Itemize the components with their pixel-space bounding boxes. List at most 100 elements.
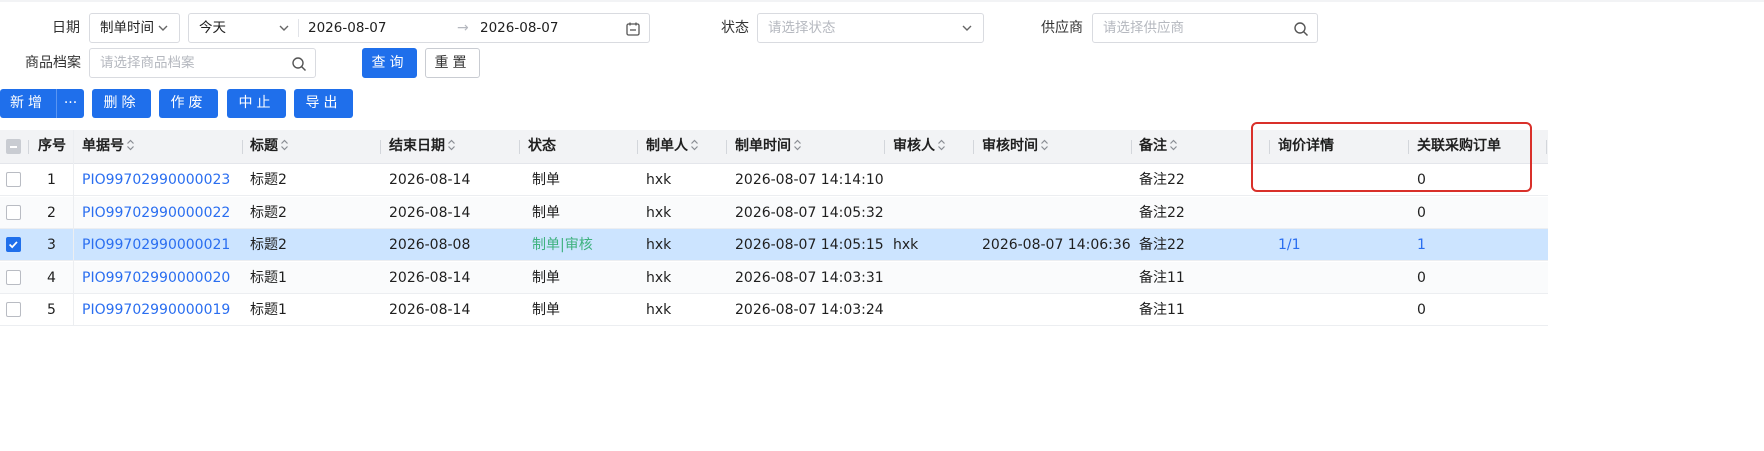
header-index: 序号: [38, 138, 66, 154]
header-reviewed-at[interactable]: 审核时间: [982, 130, 1049, 163]
cell-doc-no-link[interactable]: PIO99702990000021: [82, 229, 230, 261]
status-label: 状态: [721, 20, 749, 36]
date-preset-value[interactable]: 今天: [199, 14, 226, 42]
calendar-icon[interactable]: [625, 21, 641, 37]
supplier-select[interactable]: 请选择供应商: [1092, 13, 1318, 43]
status-placeholder: 请选择状态: [768, 20, 836, 36]
cell-index: 5: [47, 302, 56, 319]
sort-icon[interactable]: [280, 138, 289, 152]
stop-button[interactable]: 中止: [227, 89, 286, 118]
header-reviewed-at-label: 审核时间: [982, 138, 1038, 154]
table-row[interactable]: 5 PIO99702990000019 标题1 2026-08-14 制单 hxk 2026…: [0, 294, 1548, 327]
sort-icon[interactable]: [447, 138, 456, 152]
column-divider: [242, 140, 243, 154]
cell-status: 制单: [532, 302, 560, 319]
more-actions-button[interactable]: ···: [56, 89, 84, 118]
cell-reviewed-at: 2026-08-07 14:06:36: [982, 237, 1131, 254]
cell-title: 标题2: [250, 204, 287, 221]
cell-index: 1: [47, 172, 56, 188]
table-row[interactable]: 2 PIO99702990000022 标题2 2026-08-14 制单 hxk 2026…: [0, 196, 1548, 229]
top-divider: [0, 0, 1764, 2]
date-range-picker[interactable]: 今天 2026-08-07 → 2026-08-07: [188, 13, 650, 43]
cell-created-at: 2026-08-07 14:03:24: [735, 302, 884, 319]
column-divider: [28, 140, 29, 154]
product-label: 商品档案: [25, 55, 81, 71]
cell-related-po: 0: [1417, 302, 1426, 319]
cell-created-at: 2026-08-07 14:05:15: [735, 237, 884, 254]
header-title[interactable]: 标题: [250, 130, 289, 163]
sort-icon[interactable]: [937, 138, 946, 152]
cell-remark: 备注22: [1139, 237, 1185, 254]
export-button[interactable]: 导出: [294, 89, 353, 118]
row-checkbox[interactable]: [6, 204, 21, 220]
cell-doc-no-link[interactable]: PIO99702990000020: [82, 262, 230, 294]
range-arrow-icon: →: [457, 20, 469, 36]
row-checkbox[interactable]: [6, 302, 21, 318]
header-reviewer-label: 审核人: [893, 138, 935, 154]
cell-creator: hxk: [646, 269, 672, 286]
reset-button[interactable]: 重置: [425, 48, 480, 78]
add-button[interactable]: 新增: [0, 89, 56, 118]
delete-button[interactable]: 删除: [92, 89, 151, 118]
cell-doc-no-link[interactable]: PIO99702990000019: [82, 294, 230, 326]
cell-status: 制单|审核: [532, 237, 593, 254]
cell-remark: 备注22: [1139, 172, 1185, 188]
cell-creator: hxk: [646, 204, 672, 221]
date-type-value: 制单时间: [100, 20, 154, 36]
product-select[interactable]: 请选择商品档案: [89, 48, 316, 78]
cell-doc-no-link[interactable]: PIO99702990000022: [82, 197, 230, 229]
cell-end-date: 2026-08-14: [389, 269, 471, 286]
table-row[interactable]: 4 PIO99702990000020 标题1 2026-08-14 制单 hxk 2026…: [0, 261, 1548, 294]
cell-title: 标题2: [250, 237, 287, 254]
column-divider: [637, 140, 638, 154]
sort-icon[interactable]: [1169, 138, 1178, 152]
header-doc-no[interactable]: 单据号: [82, 130, 135, 163]
header-remark[interactable]: 备注: [1139, 130, 1178, 163]
highlight-annotation-box: [1251, 122, 1532, 192]
cell-remark: 备注11: [1139, 269, 1185, 286]
cell-end-date: 2026-08-14: [389, 302, 471, 319]
search-icon[interactable]: [1293, 21, 1309, 37]
cell-doc-no-link[interactable]: PIO99702990000023: [82, 164, 230, 196]
cell-related-po: 0: [1417, 204, 1426, 221]
cell-end-date: 2026-08-14: [389, 172, 471, 188]
cell-inquiry-detail-link[interactable]: 1/1: [1278, 229, 1301, 261]
header-end-date[interactable]: 结束日期: [389, 130, 456, 163]
cell-title: 标题1: [250, 302, 287, 319]
table-row[interactable]: 3 PIO99702990000021 标题2 2026-08-08 制单|审核 hxk 2…: [0, 229, 1548, 262]
cell-related-po[interactable]: 1: [1417, 229, 1426, 261]
cell-created-at: 2026-08-07 14:05:32: [735, 204, 884, 221]
column-divider: [726, 140, 727, 154]
header-end-date-label: 结束日期: [389, 138, 445, 154]
end-date-input[interactable]: 2026-08-07: [480, 14, 558, 42]
sort-icon[interactable]: [126, 138, 135, 152]
date-type-select[interactable]: 制单时间: [89, 13, 180, 43]
supplier-label: 供应商: [1041, 20, 1083, 36]
header-creator[interactable]: 制单人: [646, 130, 699, 163]
search-icon[interactable]: [291, 56, 307, 72]
start-date-input[interactable]: 2026-08-07: [308, 14, 386, 42]
header-reviewer[interactable]: 审核人: [893, 130, 946, 163]
cell-status: 制单: [532, 204, 560, 221]
row-checkbox[interactable]: [6, 237, 21, 253]
cell-created-at: 2026-08-07 14:03:31: [735, 269, 884, 286]
query-button[interactable]: 查询: [362, 48, 417, 78]
chevron-down-icon: [962, 25, 972, 31]
sort-icon[interactable]: [793, 138, 802, 152]
row-checkbox[interactable]: [6, 269, 21, 285]
select-all-checkbox[interactable]: [6, 139, 21, 154]
column-divider: [380, 140, 381, 154]
header-status: 状态: [528, 138, 556, 154]
sort-icon[interactable]: [690, 138, 699, 152]
cell-end-date: 2026-08-08: [389, 237, 471, 254]
column-divider: [519, 140, 520, 154]
sort-icon[interactable]: [1040, 138, 1049, 152]
status-select[interactable]: 请选择状态: [757, 13, 984, 43]
column-divider: [1546, 140, 1547, 154]
cell-title: 标题2: [250, 172, 287, 188]
chevron-down-icon[interactable]: [277, 14, 291, 42]
chevron-down-icon: [158, 25, 168, 31]
header-created-at[interactable]: 制单时间: [735, 130, 802, 163]
row-checkbox[interactable]: [6, 172, 21, 187]
void-button[interactable]: 作废: [159, 89, 218, 118]
